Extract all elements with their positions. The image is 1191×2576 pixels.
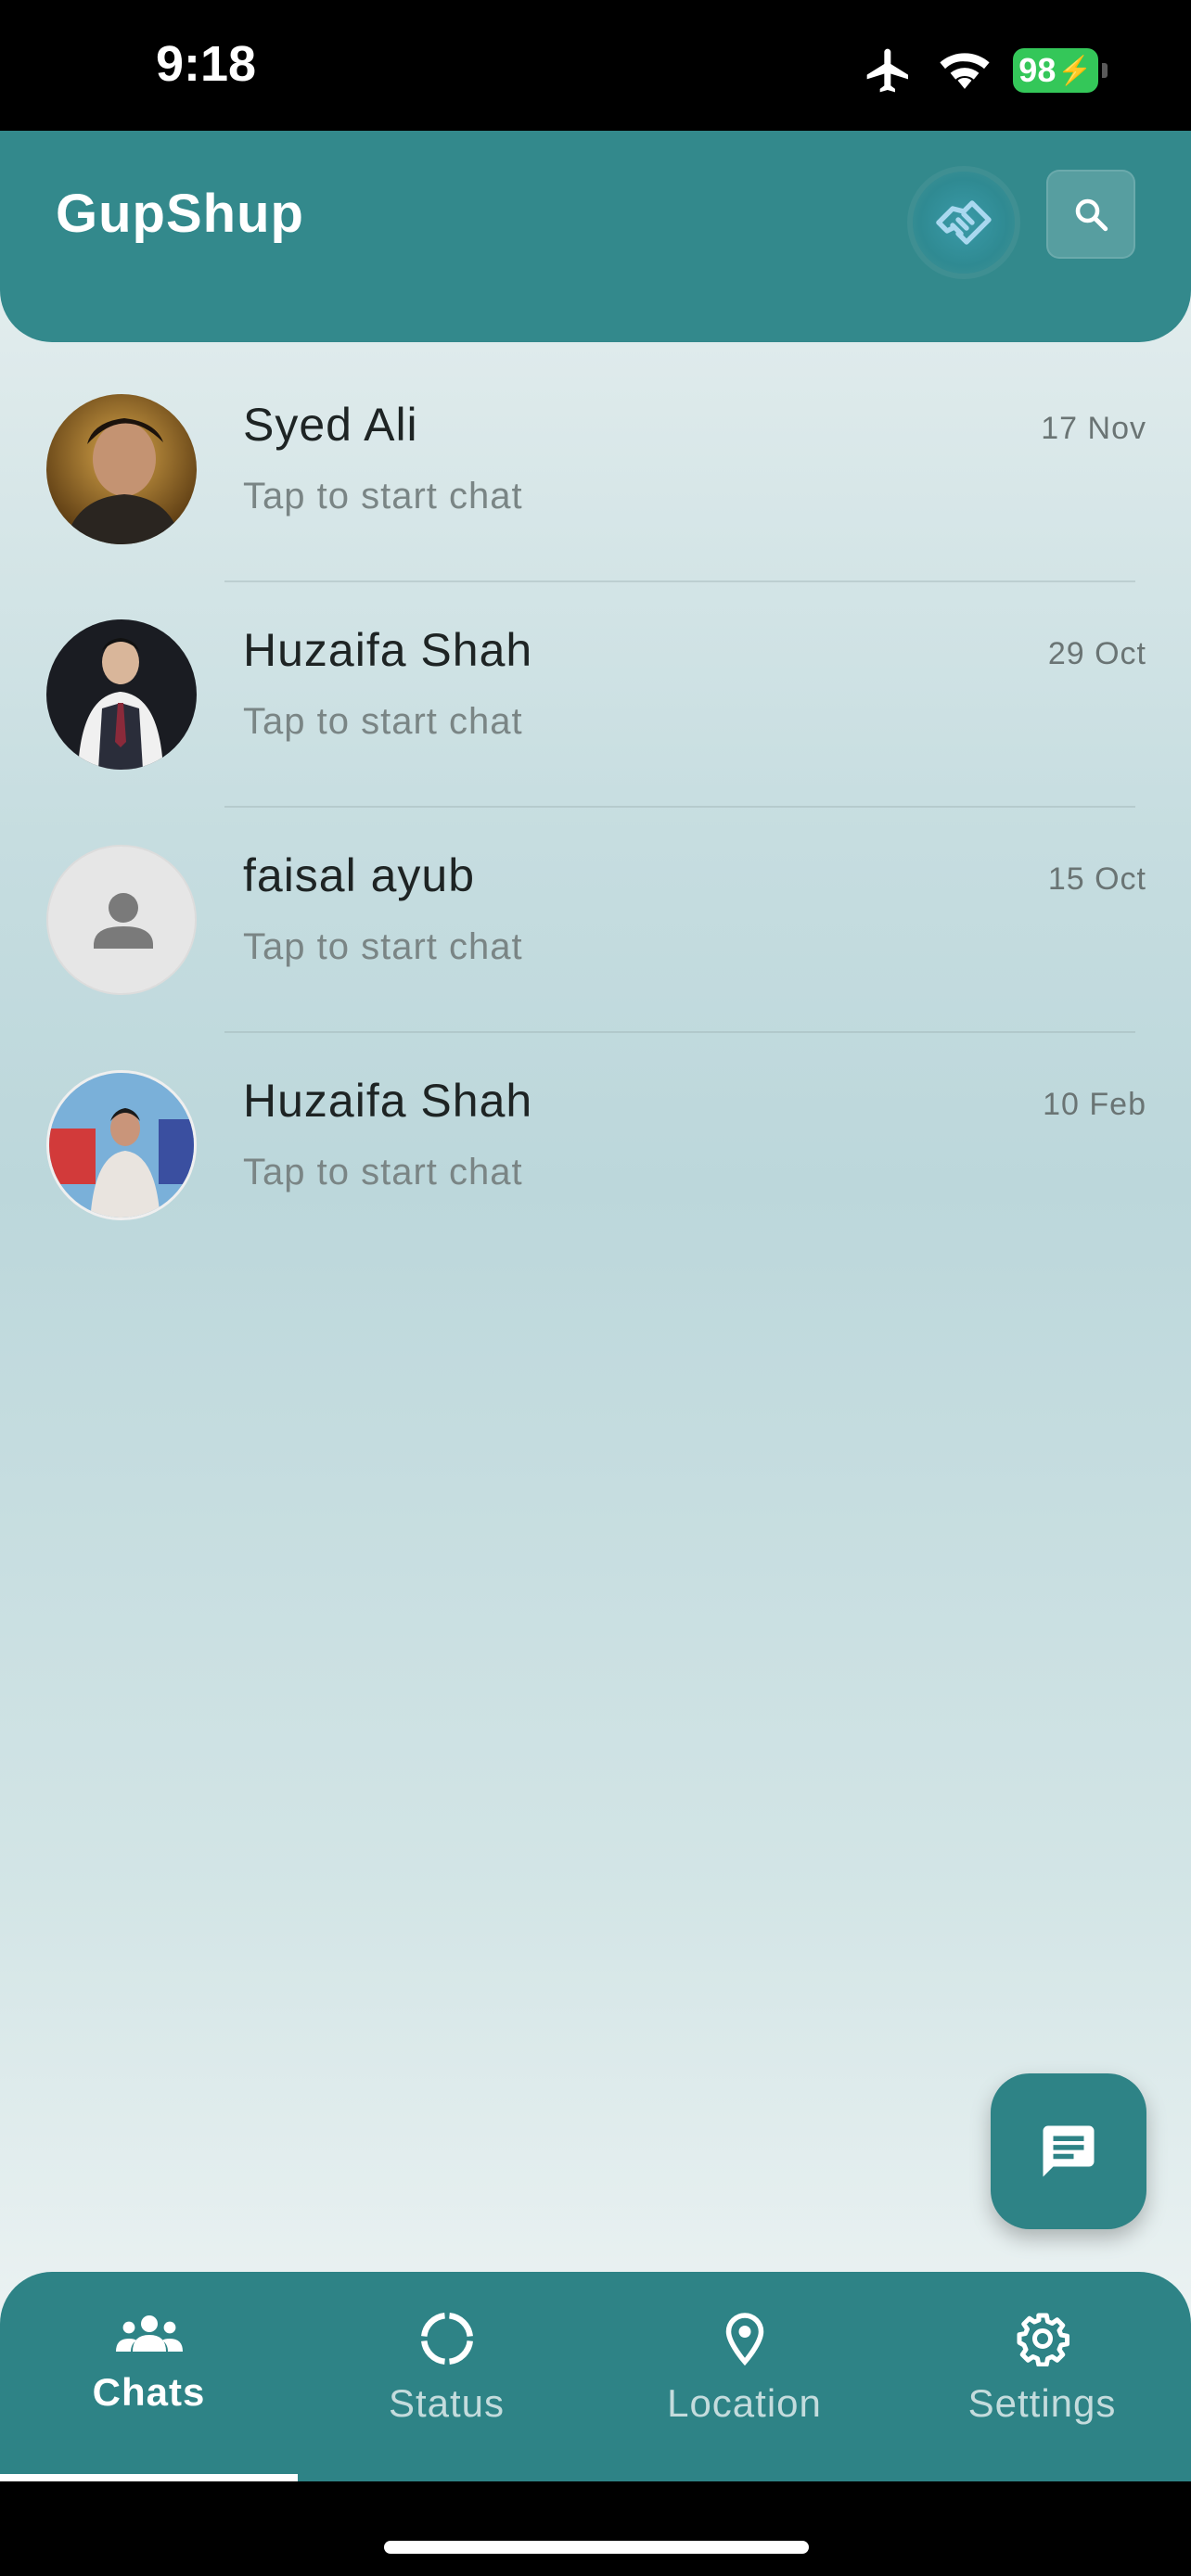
avatar-photo: [49, 1073, 194, 1218]
avatar-photo: [46, 619, 197, 770]
new-message-button[interactable]: [991, 2073, 1146, 2229]
chat-list: Syed Ali Tap to start chat 17 Nov Huzaif…: [0, 357, 1191, 1258]
battery-level: 98: [1018, 51, 1057, 89]
chat-preview: Tap to start chat: [243, 926, 523, 967]
chat-item[interactable]: Syed Ali Tap to start chat 17 Nov: [0, 357, 1191, 582]
avatar-photo: [46, 394, 197, 544]
airplane-icon: [866, 48, 908, 93]
avatar[interactable]: [46, 394, 197, 544]
battery-charging-icon: 98 ⚡: [1013, 48, 1108, 93]
active-tab-indicator: [0, 2474, 298, 2481]
app-title: GupShup: [56, 184, 304, 244]
status-time: 9:18: [156, 36, 257, 92]
home-indicator[interactable]: [384, 2541, 809, 2554]
search-button[interactable]: [1046, 170, 1135, 259]
home-indicator-area: [0, 2481, 1191, 2576]
chat-date: 17 Nov: [1041, 411, 1146, 446]
app-screen: GupShup Syed Ali Tap to start chat 17 No…: [0, 131, 1191, 2481]
tab-location[interactable]: Location: [596, 2272, 893, 2481]
group-icon: [115, 2315, 183, 2352]
nav-label: Status: [388, 2381, 506, 2425]
status-ring-icon: [420, 2313, 473, 2365]
nav-label: Settings: [967, 2381, 1117, 2425]
location-pin-icon: [725, 2313, 763, 2366]
chat-name: Syed Ali: [243, 399, 418, 451]
chat-date: 29 Oct: [1047, 636, 1146, 671]
handshake-logo-icon[interactable]: [913, 172, 1015, 274]
chat-item[interactable]: faisal ayub Tap to start chat 15 Oct: [0, 808, 1191, 1033]
chat-name: Huzaifa Shah: [243, 1075, 533, 1127]
bolt-icon: ⚡: [1057, 55, 1093, 86]
avatar[interactable]: [46, 845, 197, 995]
gear-icon: [1017, 2313, 1069, 2366]
chat-name: faisal ayub: [243, 849, 476, 901]
status-icons: 98 ⚡: [861, 45, 1108, 96]
app-header: GupShup: [0, 131, 1191, 342]
tab-status[interactable]: Status: [298, 2272, 596, 2481]
bottom-nav: Chats Status Location Settings: [0, 2272, 1191, 2481]
chat-item[interactable]: Huzaifa Shah Tap to start chat 10 Feb: [0, 1033, 1191, 1258]
handshake-icon: [936, 200, 992, 245]
nav-label: Chats: [92, 2370, 206, 2414]
placeholder-person-icon: [94, 893, 153, 949]
chat-preview: Tap to start chat: [243, 701, 523, 742]
chat-item[interactable]: Huzaifa Shah Tap to start chat 29 Oct: [0, 582, 1191, 808]
chat-preview: Tap to start chat: [243, 476, 523, 516]
nav-label: Location: [667, 2381, 822, 2425]
chat-name: Huzaifa Shah: [243, 624, 533, 676]
tab-settings[interactable]: Settings: [893, 2272, 1191, 2481]
status-bar: 9:18 98 ⚡: [0, 0, 1191, 131]
wifi-icon: [940, 53, 990, 89]
search-icon: [1075, 198, 1108, 232]
avatar[interactable]: [46, 619, 197, 770]
tab-chats[interactable]: Chats: [0, 2272, 298, 2481]
chat-preview: Tap to start chat: [243, 1152, 523, 1192]
chat-date: 10 Feb: [1043, 1087, 1146, 1122]
chat-date: 15 Oct: [1047, 861, 1146, 897]
avatar[interactable]: [46, 1070, 197, 1220]
new-message-icon: [1043, 2125, 1095, 2177]
